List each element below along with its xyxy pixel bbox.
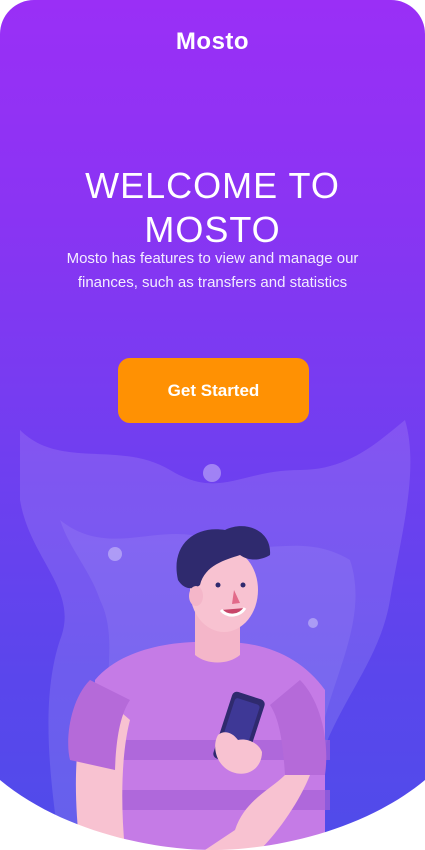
hero-illustration bbox=[20, 420, 411, 850]
welcome-screen: Mosto WELCOME TO MOSTO Mosto has feature… bbox=[0, 0, 425, 850]
bottom-curve bbox=[0, 780, 425, 850]
character-eye bbox=[215, 582, 221, 588]
character-eye bbox=[240, 582, 246, 588]
floating-dot bbox=[108, 547, 122, 561]
character-ear bbox=[189, 586, 203, 606]
floating-dot bbox=[203, 464, 221, 482]
floating-dot bbox=[308, 618, 318, 628]
